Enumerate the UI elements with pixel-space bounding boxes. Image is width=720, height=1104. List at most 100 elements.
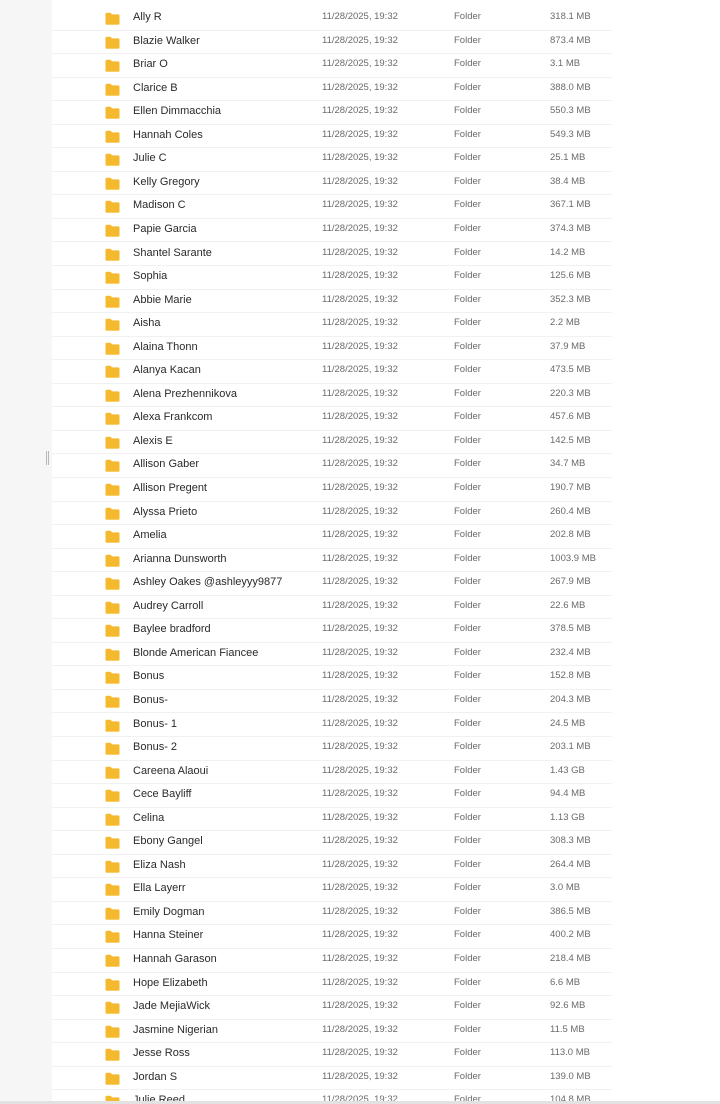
modified-date: 11/28/2025, 19:32 (322, 482, 398, 493)
item-size: 38.4 MB (550, 175, 586, 187)
modified-date: 11/28/2025, 19:32 (322, 882, 398, 894)
file-row[interactable]: Kelly Gregory 11/28/2025, 19:32 Folder 38.4… (52, 172, 612, 196)
item-kind: Folder (454, 1047, 481, 1059)
file-row[interactable]: Alanya Kacan 11/28/2025, 19:32 Folder 473.5… (52, 360, 612, 384)
file-row[interactable]: Emily Dogman 11/28/2025, 19:32 Folder 386.5… (52, 902, 612, 926)
modified-date: 11/28/2025, 19:32 (322, 623, 398, 635)
item-kind: Folder (454, 81, 481, 93)
file-row[interactable]: Audrey Carroll 11/28/2025, 19:32 Folder 22.… (52, 596, 612, 620)
file-row[interactable]: Amelia 11/28/2025, 19:32 Folder 202.8 MB (52, 525, 612, 549)
item-kind: Folder (454, 905, 481, 917)
folder-name: Careena Alaoui (133, 764, 209, 777)
item-kind: Folder (454, 717, 481, 729)
file-row[interactable]: Baylee bradford 11/28/2025, 19:32 Folder 37… (52, 619, 612, 643)
file-row[interactable]: Julie C 11/28/2025, 19:32 Folder 25.1 MB (52, 148, 612, 172)
file-row[interactable]: Allison Gaber 11/28/2025, 19:32 Folder 34.7… (52, 454, 612, 478)
file-row[interactable]: Eliza Nash 11/28/2025, 19:32 Folder 264.4 M… (52, 855, 612, 879)
file-row[interactable]: Abbie Marie 11/28/2025, 19:32 Folder 352.3 … (52, 290, 612, 314)
file-row[interactable]: Careena Alaoui 11/28/2025, 19:32 Folder 1.4… (52, 761, 612, 785)
folder-icon (105, 766, 120, 779)
file-row[interactable]: Bonus- 1 11/28/2025, 19:32 Folder 24.5 MB (52, 714, 612, 738)
file-row[interactable]: Allison Pregent 11/28/2025, 19:32 Folder 19… (52, 478, 612, 502)
item-size: 549.3 MB (550, 128, 591, 140)
modified-date: 11/28/2025, 19:32 (322, 670, 398, 682)
folder-name: Hope Elizabeth (133, 976, 208, 989)
folder-icon (105, 36, 120, 49)
file-row[interactable]: Hannah Coles 11/28/2025, 19:32 Folder 549.3… (52, 125, 612, 149)
item-size: 386.5 MB (550, 905, 591, 917)
folder-icon (105, 671, 120, 684)
file-row[interactable]: Alexa Frankcom 11/28/2025, 19:32 Folder 457… (52, 407, 612, 431)
item-size: 1003.9 MB (550, 552, 596, 564)
folder-name: Alexis E (133, 434, 173, 447)
modified-date: 11/28/2025, 19:32 (322, 246, 398, 258)
file-row[interactable]: Ashley Oakes @ashleyyy9877 11/28/2025, 19… (52, 572, 612, 596)
item-size: 190.7 MB (550, 482, 591, 493)
file-row[interactable]: Alexis E 11/28/2025, 19:32 Folder 142.5 MB (52, 431, 612, 455)
folder-name: Jade MejiaWick (133, 1000, 211, 1013)
modified-date: 11/28/2025, 19:32 (322, 152, 398, 164)
folder-icon (105, 1072, 120, 1085)
file-row[interactable]: Alena Prezhennikova 11/28/2025, 19:32 Fold… (52, 384, 612, 408)
item-size: 37.9 MB (550, 340, 586, 352)
file-row[interactable]: Shantel Sarante 11/28/2025, 19:32 Folder 14… (52, 243, 612, 267)
file-row[interactable]: Alyssa Prieto 11/28/2025, 19:32 Folder 260.… (52, 502, 612, 526)
file-row[interactable]: Ellen Dimmacchia 11/28/2025, 19:32 Folder 5… (52, 101, 612, 125)
modified-date: 11/28/2025, 19:32 (322, 741, 398, 753)
file-row[interactable]: Hanna Steiner 11/28/2025, 19:32 Folder 400.… (52, 925, 612, 949)
file-row[interactable]: Clarice B 11/28/2025, 19:32 Folder 388.0 MB (52, 78, 612, 102)
file-row[interactable]: Madison C 11/28/2025, 19:32 Folder 367.1 MB (52, 195, 612, 219)
file-row[interactable]: Papie Garcia 11/28/2025, 19:32 Folder 374.3… (52, 219, 612, 243)
file-row[interactable]: Bonus- 11/28/2025, 19:32 Folder 204.3 MB (52, 690, 612, 714)
file-row[interactable]: Jordan S 11/28/2025, 19:32 Folder 139.0 MB (52, 1067, 612, 1091)
item-kind: Folder (454, 199, 481, 211)
folder-icon (105, 271, 120, 284)
item-size: 34.7 MB (550, 458, 586, 470)
file-row[interactable]: Bonus 11/28/2025, 19:32 Folder 152.8 MB (52, 666, 612, 690)
folder-name: Aisha (133, 317, 161, 330)
file-row[interactable]: Blonde American Fiancee 11/28/2025, 19:32… (52, 643, 612, 667)
file-row[interactable]: Briar O 11/28/2025, 19:32 Folder 3.1 MB (52, 54, 612, 78)
folder-icon (105, 224, 120, 237)
folder-name: Abbie Marie (133, 293, 192, 306)
item-kind: Folder (454, 128, 481, 140)
file-row[interactable]: Jasmine Nigerian 11/28/2025, 19:32 Folder 1… (52, 1020, 612, 1044)
file-row[interactable]: Aisha 11/28/2025, 19:32 Folder 2.2 MB (52, 313, 612, 337)
folder-name: Hannah Coles (133, 128, 203, 141)
file-row[interactable]: Celina 11/28/2025, 19:32 Folder 1.13 GB (52, 808, 612, 832)
sidebar-resize-handle[interactable] (46, 451, 50, 465)
folder-name: Alyssa Prieto (133, 505, 198, 518)
item-kind: Folder (454, 34, 481, 46)
file-row[interactable]: Jesse Ross 11/28/2025, 19:32 Folder 113.0 M… (52, 1043, 612, 1067)
item-size: 550.3 MB (550, 105, 591, 117)
file-row[interactable]: Hannah Garason 11/28/2025, 19:32 Folder 218… (52, 949, 612, 973)
item-size: 3.1 MB (550, 58, 581, 70)
file-row[interactable]: Alaina Thonn 11/28/2025, 19:32 Folder 37.9 … (52, 337, 612, 361)
item-kind: Folder (454, 741, 481, 753)
file-row[interactable]: Ella Layerr 11/28/2025, 19:32 Folder 3.0 MB (52, 878, 612, 902)
file-row[interactable]: Bonus- 2 11/28/2025, 19:32 Folder 203.1 MB (52, 737, 612, 761)
modified-date: 11/28/2025, 19:32 (322, 764, 398, 776)
item-kind: Folder (454, 340, 481, 352)
folder-name: Jesse Ross (133, 1047, 190, 1060)
item-kind: Folder (454, 387, 481, 399)
folder-name: Shantel Sarante (133, 246, 212, 259)
file-row[interactable]: Jade MejiaWick 11/28/2025, 19:32 Folder 92.… (52, 996, 612, 1020)
modified-date: 11/28/2025, 19:32 (322, 1000, 398, 1012)
item-size: 25.1 MB (550, 152, 586, 164)
item-size: 142.5 MB (550, 434, 591, 446)
file-row[interactable]: Blazie Walker 11/28/2025, 19:32 Folder 873.… (52, 31, 612, 55)
file-row[interactable]: Hope Elizabeth 11/28/2025, 19:32 Folder 6.6… (52, 973, 612, 997)
folder-name: Julie C (133, 152, 167, 165)
folder-icon (105, 978, 120, 991)
item-kind: Folder (454, 482, 481, 493)
file-row[interactable]: Ebony Gangel 11/28/2025, 19:32 Folder 308.3… (52, 831, 612, 855)
file-row[interactable]: Arianna Dunsworth 11/28/2025, 19:32 Folder… (52, 549, 612, 573)
file-row[interactable]: Cece Bayliff 11/28/2025, 19:32 Folder 94.4 … (52, 784, 612, 808)
file-row[interactable]: Ally R 11/28/2025, 19:32 Folder 318.1 MB (52, 7, 612, 31)
folder-icon (105, 601, 120, 614)
item-size: 473.5 MB (550, 364, 591, 376)
file-row[interactable]: Sophia 11/28/2025, 19:32 Folder 125.6 MB (52, 266, 612, 290)
item-kind: Folder (454, 811, 481, 823)
folder-icon (105, 365, 120, 378)
